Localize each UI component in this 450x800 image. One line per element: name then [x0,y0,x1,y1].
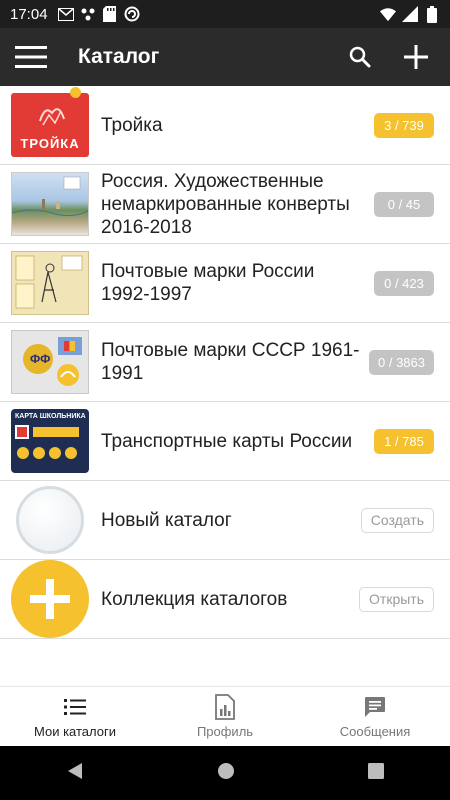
gmail-icon [57,6,74,22]
catalog-title: Тройка [101,114,163,136]
message-icon [364,694,386,720]
nav-my-catalogs[interactable]: Мои каталоги [0,687,150,746]
wifi-icon [380,6,396,22]
battery-icon [424,5,440,23]
page-title: Каталог [78,45,160,68]
nav-messages-label: Сообщения [339,724,411,739]
home-icon[interactable] [217,762,235,785]
menu-button[interactable] [0,28,62,86]
stamp-sheet-image [11,251,89,315]
catalog-title: Транспортные карты России [101,430,353,452]
status-bar: 17:04 [0,0,450,28]
nav-my-catalogs-label: Мои каталоги [34,724,116,739]
catalog-item-troika[interactable]: ТРОЙКА Тройка 3 / 739 [0,86,450,165]
sync-icon [124,6,140,22]
new-indicator-dot [70,87,81,98]
transport-card-image: КАРТА ШКОЛЬНИКА [11,409,89,473]
new-catalog-title: Новый каталог [101,509,232,531]
connection-dots-icon [80,6,96,22]
collection-count-badge: 0 / 3863 [369,349,434,375]
collection-count-badge: 0 / 423 [374,270,434,296]
back-icon[interactable] [66,762,84,785]
bottom-navigation: Мои каталоги Профиль Сообщения [0,686,450,746]
catalog-collection-title: Коллекция каталогов [101,588,288,610]
catalog-item-russia-stamps[interactable]: Почтовые марки России 1992-1997 0 / 423 [0,244,450,323]
collection-count-badge: 3 / 739 [374,112,434,138]
list-icon [64,694,86,720]
open-button[interactable]: Открыть [359,586,434,612]
nav-profile[interactable]: Профиль [150,687,300,746]
search-icon [349,46,371,68]
nav-messages[interactable]: Сообщения [300,687,450,746]
catalog-list: ТРОЙКА Тройка 3 / 739 Россия. Художестве… [0,86,450,639]
search-button[interactable] [332,28,388,86]
status-time: 17:04 [10,5,48,23]
add-button[interactable] [388,28,444,86]
nav-profile-label: Профиль [196,724,254,739]
create-button[interactable]: Создать [360,507,434,533]
catalog-collection-row[interactable]: Коллекция каталогов Открыть [0,560,450,639]
catalog-title: Почтовые марки России 1992-1997 [101,261,315,305]
svg-text:ФФ: ФФ [30,352,50,366]
profile-chart-icon [215,694,235,720]
catalog-item-envelopes[interactable]: Россия. Художественные немаркированные к… [0,165,450,244]
collection-count-badge: 0 / 45 [374,191,434,217]
signal-icon [402,6,418,22]
collection-count-badge: 1 / 785 [374,428,434,454]
recents-icon[interactable] [367,762,384,784]
catalog-title: Почтовые марки СССР 1961-1991 [101,340,360,384]
system-navigation-bar [0,746,450,800]
app-bar: Каталог [0,28,450,86]
sd-card-icon [102,6,118,22]
new-catalog-placeholder-icon [16,486,84,554]
stamps-image: ФФ [11,330,89,394]
troika-card-image: ТРОЙКА [11,87,89,157]
add-collection-icon [11,560,89,638]
new-catalog-row[interactable]: Новый каталог Создать [0,481,450,560]
catalog-title: Россия. Художественные немаркированные к… [101,170,350,238]
troika-card-text: ТРОЙКА [20,136,80,151]
catalog-item-transport-cards[interactable]: КАРТА ШКОЛЬНИКА Транспортные карты Росси… [0,402,450,481]
envelope-image [11,172,89,236]
plus-icon [404,45,428,69]
catalog-item-ussr-stamps[interactable]: ФФ Почтовые марки СССР 1961-1991 0 / 386… [0,323,450,402]
hamburger-menu-icon [15,46,47,68]
